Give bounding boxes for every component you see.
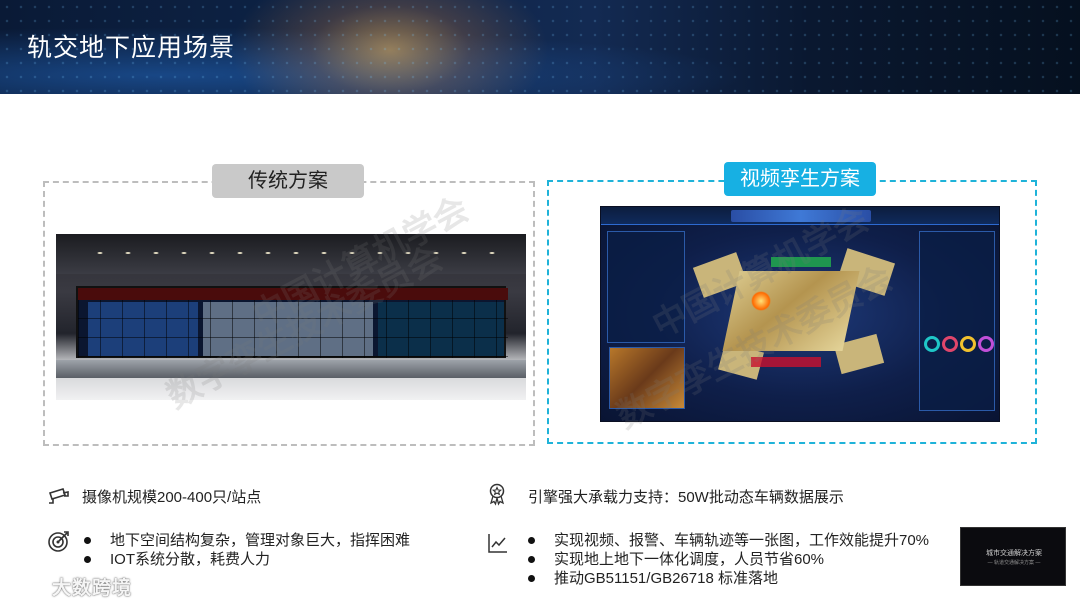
cctv-camera-icon <box>48 488 69 504</box>
target-icon <box>48 531 69 552</box>
header-banner: 轨交地下应用场景 <box>0 0 1080 94</box>
traditional-tag: 传统方案 <box>212 164 364 198</box>
trend-chart-icon <box>488 534 507 553</box>
logo-mark-icon <box>11 576 46 595</box>
thumbnail-subtitle: — 轨道交通解决方案 — <box>987 560 1041 566</box>
logo-text: 大数跨境 <box>52 577 133 599</box>
dashboard-right-panel <box>919 231 995 411</box>
control-room-image <box>56 234 526 400</box>
list-item: 实现地上地下一体化调度，人员节省60% <box>528 550 929 569</box>
digital-twin-dashboard-image <box>600 206 1000 422</box>
slide-thumbnail[interactable]: 城市交通解决方案 — 轨道交通解决方案 — <box>960 527 1066 586</box>
dashboard-video-thumbnails <box>609 347 685 409</box>
video-wall <box>76 286 508 358</box>
list-item: 地下空间结构复杂，管理对象巨大，指挥困难 <box>84 531 410 550</box>
twin-tag: 视频孪生方案 <box>724 162 876 196</box>
list-item: 推动GB51151/GB26718 标准落地 <box>528 569 929 588</box>
traditional-camera-scale: 摄像机规模200-400只/站点 <box>82 489 262 506</box>
twin-engine-capacity: 引擎强大承载力支持：50W批动态车辆数据展示 <box>528 489 844 506</box>
station-3d-model <box>722 271 860 351</box>
page-title: 轨交地下应用场景 <box>27 34 236 62</box>
list-item: 实现视频、报警、车辆轨迹等一张图，工作效能提升70% <box>528 531 929 550</box>
console-desk <box>56 360 526 378</box>
list-item: IOT系统分散，耗费人力 <box>84 550 410 569</box>
award-badge-icon <box>489 483 505 506</box>
twin-bullet-list: 实现视频、报警、车辆轨迹等一张图，工作效能提升70% 实现地上地下一体化调度，人… <box>528 531 929 588</box>
brand-logo: 大数跨境 <box>10 572 132 600</box>
dashboard-left-panel <box>607 231 685 343</box>
thumbnail-title: 城市交通解决方案 <box>986 550 1042 557</box>
traditional-bullet-list: 地下空间结构复杂，管理对象巨大，指挥困难 IOT系统分散，耗费人力 <box>84 531 410 569</box>
alarm-fire-marker <box>751 291 771 311</box>
